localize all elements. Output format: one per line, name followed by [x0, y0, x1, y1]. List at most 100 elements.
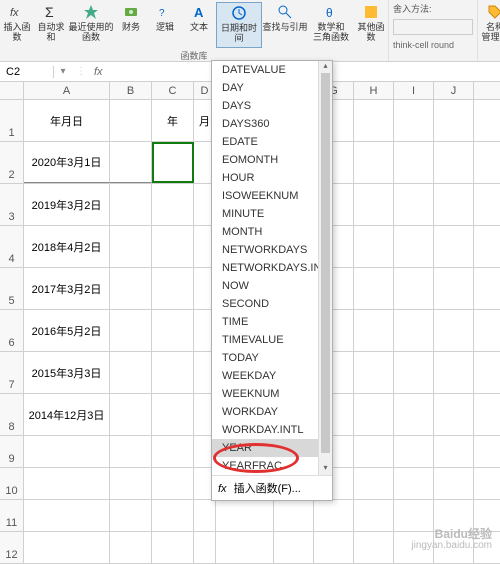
select-all-corner[interactable] [0, 82, 24, 99]
dropdown-item[interactable]: TIME [212, 313, 332, 331]
dropdown-item[interactable]: EOMONTH [212, 151, 332, 169]
cell[interactable] [394, 352, 434, 393]
cell[interactable] [394, 310, 434, 351]
cell[interactable] [152, 394, 194, 435]
dropdown-item[interactable]: EDATE [212, 133, 332, 151]
cell[interactable] [152, 468, 194, 499]
cell[interactable] [110, 142, 152, 183]
cell[interactable] [24, 468, 110, 499]
cell[interactable] [152, 310, 194, 351]
row-header[interactable]: 9 [0, 436, 24, 467]
insert-function-button[interactable]: fx 插入函数 [0, 2, 34, 48]
text-button[interactable]: A 文本 [182, 2, 216, 48]
cell[interactable] [274, 532, 314, 563]
col-header[interactable]: J [434, 82, 474, 99]
dropdown-item[interactable]: ISOWEEKNUM [212, 187, 332, 205]
dropdown-item[interactable]: TIMEVALUE [212, 331, 332, 349]
cell[interactable]: 2019年3月2日 [24, 184, 110, 225]
dropdown-scrollbar[interactable]: ▴ ▾ [318, 61, 332, 475]
rounding-dropdown[interactable] [393, 19, 473, 35]
cell[interactable] [110, 352, 152, 393]
cell[interactable] [434, 184, 474, 225]
row-header[interactable]: 5 [0, 268, 24, 309]
cell[interactable] [314, 532, 354, 563]
cell[interactable] [434, 394, 474, 435]
cell[interactable] [434, 226, 474, 267]
cell[interactable] [274, 500, 314, 531]
cell[interactable] [152, 268, 194, 309]
dropdown-item[interactable]: TODAY [212, 349, 332, 367]
dropdown-item[interactable]: NETWORKDAYS.INTL [212, 259, 332, 277]
row-header[interactable]: 4 [0, 226, 24, 267]
cell[interactable] [314, 500, 354, 531]
cell[interactable]: 2014年12月3日 [24, 394, 110, 435]
cell[interactable] [394, 500, 434, 531]
row-header[interactable]: 8 [0, 394, 24, 435]
cell[interactable] [152, 500, 194, 531]
dropdown-item[interactable]: YEAR [212, 439, 332, 457]
cell[interactable]: 2018年4月2日 [24, 226, 110, 267]
col-header[interactable]: I [394, 82, 434, 99]
cell[interactable]: 年 [152, 100, 194, 141]
cell[interactable] [110, 268, 152, 309]
cell[interactable] [354, 352, 394, 393]
cell[interactable] [354, 100, 394, 141]
cell[interactable] [394, 394, 434, 435]
datetime-button[interactable]: 日期和时间 [216, 2, 262, 48]
autosum-button[interactable]: Σ 自动求和 [34, 2, 68, 48]
cell[interactable] [354, 468, 394, 499]
cell[interactable] [216, 500, 274, 531]
dropdown-item[interactable]: YEARFRAC [212, 457, 332, 475]
scroll-down-icon[interactable]: ▾ [319, 463, 332, 475]
row-header[interactable]: 11 [0, 500, 24, 531]
cell[interactable] [110, 468, 152, 499]
cell[interactable] [152, 532, 194, 563]
name-box-dropdown[interactable]: ▾ [54, 66, 72, 77]
cell[interactable] [354, 142, 394, 183]
cell[interactable] [434, 142, 474, 183]
cell[interactable] [110, 500, 152, 531]
finance-button[interactable]: 财务 [114, 2, 148, 48]
cell[interactable] [194, 500, 216, 531]
dropdown-item[interactable]: DATEVALUE [212, 61, 332, 79]
cell[interactable] [110, 310, 152, 351]
col-header[interactable]: H [354, 82, 394, 99]
cell[interactable] [354, 310, 394, 351]
cell[interactable] [24, 532, 110, 563]
math-trig-button[interactable]: θ 数学和 三角函数 [308, 2, 354, 48]
dropdown-item[interactable]: NETWORKDAYS [212, 241, 332, 259]
cell[interactable] [354, 184, 394, 225]
row-header[interactable]: 12 [0, 532, 24, 563]
lookup-button[interactable]: 查找与引用 [262, 2, 308, 48]
cell[interactable] [110, 394, 152, 435]
dropdown-item[interactable]: WORKDAY.INTL [212, 421, 332, 439]
cell[interactable] [394, 226, 434, 267]
dropdown-item[interactable]: DAYS360 [212, 115, 332, 133]
scroll-thumb[interactable] [321, 73, 330, 453]
col-header[interactable]: B [110, 82, 152, 99]
dropdown-item[interactable]: WORKDAY [212, 403, 332, 421]
cell[interactable] [434, 310, 474, 351]
row-header[interactable]: 10 [0, 468, 24, 499]
cell[interactable] [434, 436, 474, 467]
dropdown-item[interactable]: WEEKDAY [212, 367, 332, 385]
cell[interactable] [354, 394, 394, 435]
cell[interactable] [152, 352, 194, 393]
fx-button[interactable]: fx [90, 66, 107, 78]
row-header[interactable]: 2 [0, 142, 24, 183]
row-header[interactable]: 6 [0, 310, 24, 351]
cell[interactable] [434, 268, 474, 309]
cell[interactable]: 年月日 [24, 100, 110, 141]
dropdown-item[interactable]: MINUTE [212, 205, 332, 223]
col-header[interactable]: C [152, 82, 194, 99]
name-manager-button[interactable]: 名称 管理器 [478, 2, 500, 48]
recent-functions-button[interactable]: 最近使用的 函数 [68, 2, 114, 48]
cell[interactable]: 2020年3月1日 [24, 142, 110, 183]
cell[interactable] [24, 436, 110, 467]
cell[interactable] [152, 226, 194, 267]
row-header[interactable]: 7 [0, 352, 24, 393]
cell[interactable] [216, 532, 274, 563]
cell[interactable] [354, 226, 394, 267]
logic-button[interactable]: ? 逻辑 [148, 2, 182, 48]
dropdown-item[interactable]: DAYS [212, 97, 332, 115]
